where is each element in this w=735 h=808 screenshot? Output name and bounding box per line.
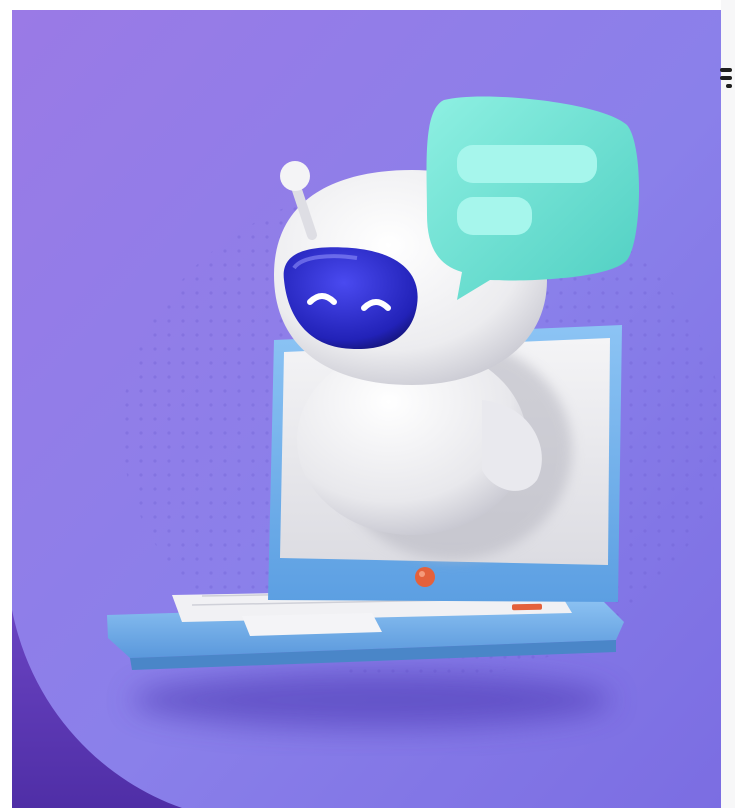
page-gutter bbox=[721, 0, 735, 808]
chat-bubble-icon bbox=[426, 96, 640, 300]
power-button-icon bbox=[415, 567, 435, 587]
floor-shadow bbox=[132, 672, 612, 728]
hero-image bbox=[12, 10, 721, 808]
robot-laptop-illustration bbox=[12, 10, 721, 808]
partial-text-glyph bbox=[718, 58, 735, 92]
page bbox=[0, 0, 735, 808]
